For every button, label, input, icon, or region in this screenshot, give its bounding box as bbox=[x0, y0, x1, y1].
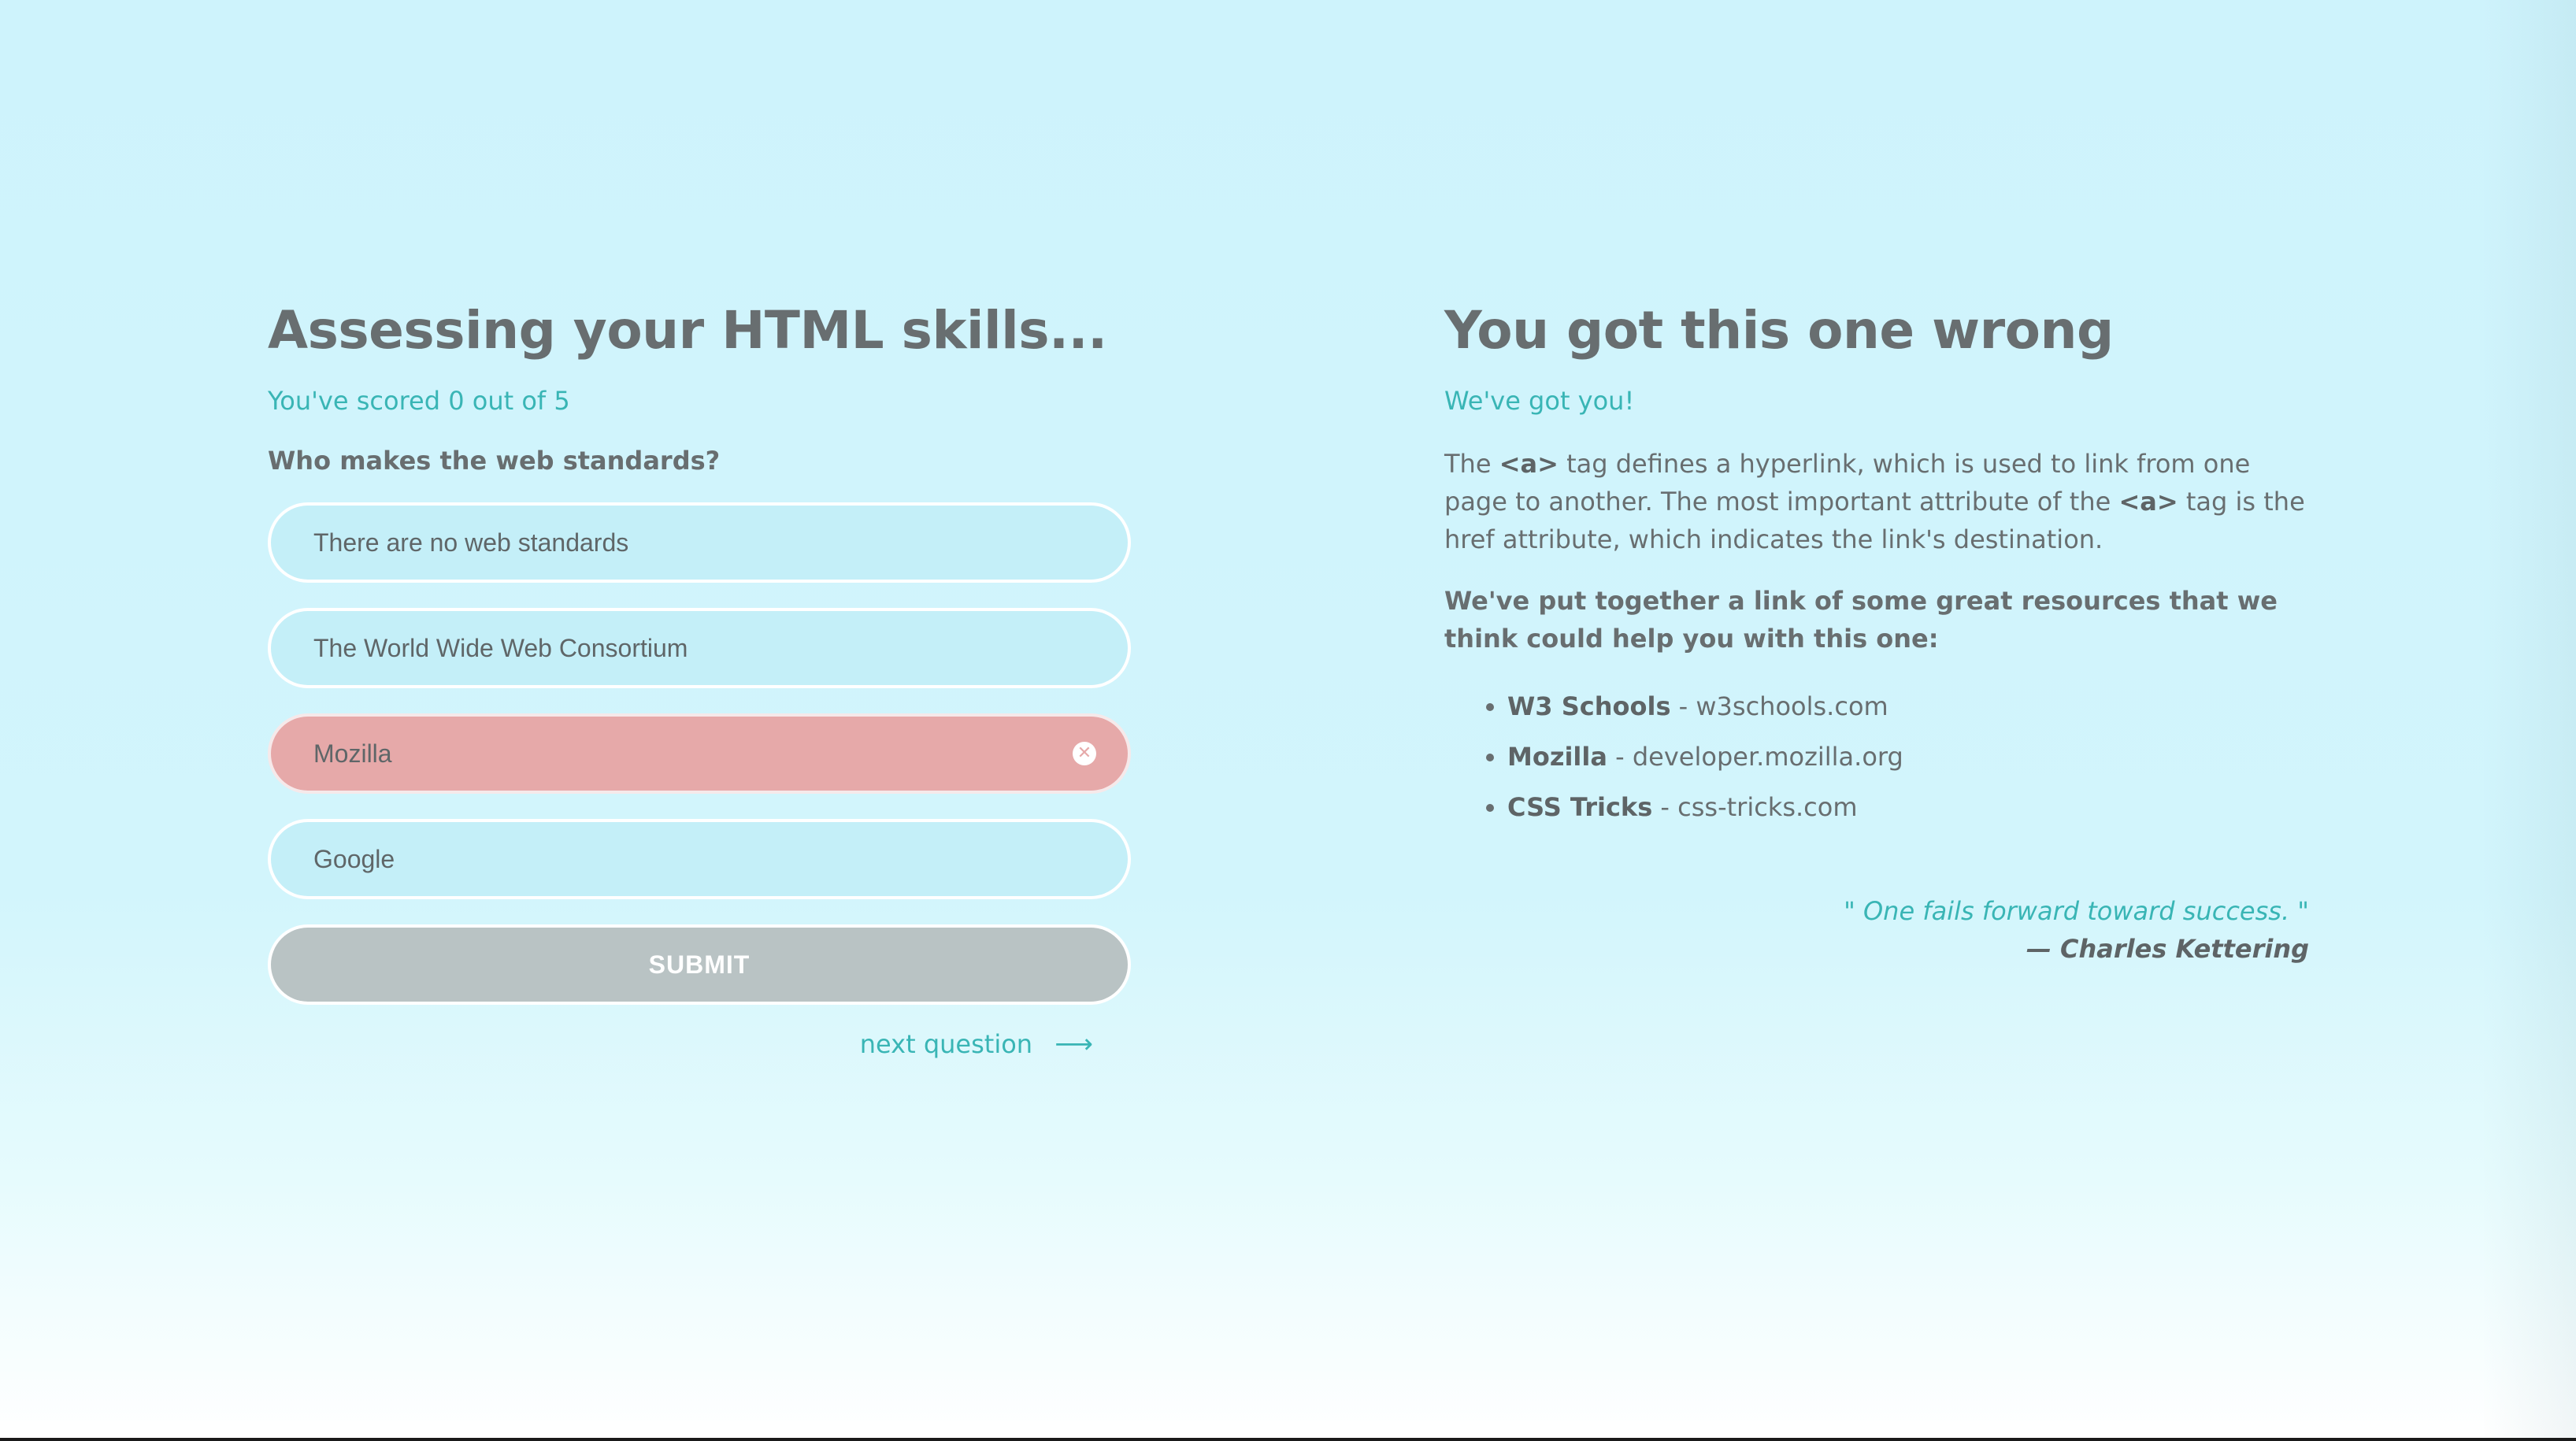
question-text: Who makes the web standards? bbox=[268, 445, 721, 476]
answer-option-4[interactable]: Google bbox=[268, 819, 1131, 900]
resource-list: W3 Schools - w3schools.com Mozilla - dev… bbox=[1444, 681, 2311, 832]
resource-name: Mozilla bbox=[1507, 741, 1607, 772]
answer-options: There are no web standards The World Wid… bbox=[268, 502, 1131, 900]
resources-intro: We've put together a link of some great … bbox=[1444, 585, 2278, 654]
page-background: Assessing your HTML skills... You've sco… bbox=[0, 0, 2576, 1438]
quiz-panel: Assessing your HTML skills... You've sco… bbox=[268, 299, 1131, 1060]
feedback-panel: You got this one wrong We've got you! Th… bbox=[1444, 299, 2311, 968]
feedback-subtitle: We've got you! bbox=[1444, 386, 1635, 417]
resource-link[interactable]: css-tricks.com bbox=[1677, 792, 1857, 822]
answer-option-label: The World Wide Web Consortium bbox=[313, 633, 688, 662]
feedback-title: You got this one wrong bbox=[1444, 300, 2114, 361]
answer-option-label: There are no web standards bbox=[313, 528, 629, 557]
quote-text: " One fails forward toward success. " bbox=[1844, 895, 2309, 926]
code-tag: <a> bbox=[1499, 448, 1559, 479]
resource-link[interactable]: w3schools.com bbox=[1696, 691, 1888, 721]
explanation-part-1: The bbox=[1444, 448, 1499, 479]
resource-item: W3 Schools - w3schools.com bbox=[1507, 681, 2311, 732]
code-tag: <a> bbox=[2118, 486, 2178, 517]
bottom-border bbox=[0, 1438, 2576, 1441]
next-question-label: next question bbox=[859, 1029, 1033, 1060]
resource-name: W3 Schools bbox=[1507, 691, 1671, 721]
resource-name: CSS Tricks bbox=[1507, 791, 1653, 822]
answer-option-1[interactable]: There are no web standards bbox=[268, 502, 1131, 583]
quote-author: — Charles Kettering bbox=[2026, 933, 2309, 964]
score-text: You've scored 0 out of 5 bbox=[268, 386, 570, 417]
answer-option-3-wrong[interactable]: Mozilla ✕ bbox=[268, 713, 1131, 795]
resource-item: Mozilla - developer.mozilla.org bbox=[1507, 732, 2311, 782]
resource-item: CSS Tricks - css-tricks.com bbox=[1507, 782, 2311, 832]
submit-button[interactable]: SUBMIT bbox=[268, 924, 1131, 1006]
next-question-row: next question ⟶ bbox=[268, 1028, 1131, 1060]
resource-separator: - bbox=[1652, 791, 1678, 822]
explanation-text: The <a> tag defines a hyperlink, which i… bbox=[1444, 445, 2311, 558]
resource-link[interactable]: developer.mozilla.org bbox=[1633, 742, 1903, 772]
quote-block: " One fails forward toward success. " — … bbox=[1444, 892, 2309, 968]
close-circle-icon[interactable]: ✕ bbox=[1073, 742, 1096, 766]
resource-separator: - bbox=[1607, 741, 1633, 772]
resource-separator: - bbox=[1670, 691, 1696, 721]
next-question-link[interactable]: next question ⟶ bbox=[859, 1028, 1093, 1061]
quiz-title: Assessing your HTML skills... bbox=[268, 300, 1107, 361]
answer-option-label: Mozilla bbox=[313, 739, 392, 768]
answer-option-2[interactable]: The World Wide Web Consortium bbox=[268, 608, 1131, 689]
arrow-right-icon: ⟶ bbox=[1054, 1028, 1093, 1061]
answer-option-label: Google bbox=[313, 844, 395, 873]
